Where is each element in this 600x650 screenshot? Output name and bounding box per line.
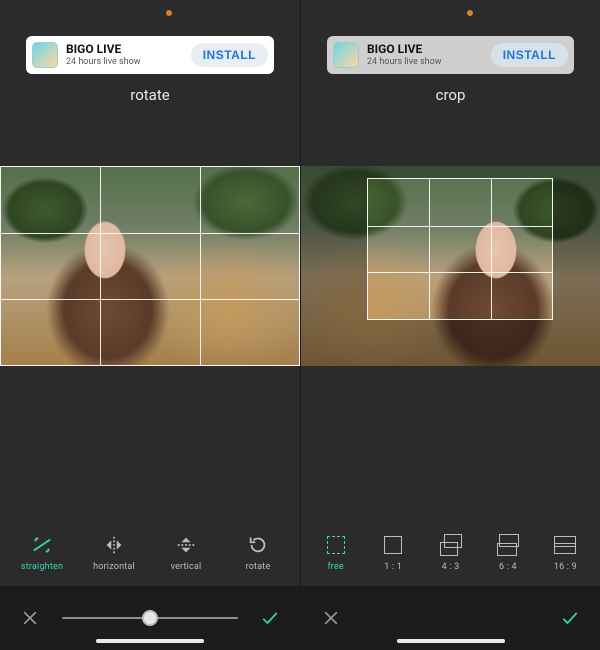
ratio-6-4[interactable]: 6 : 4	[479, 534, 536, 572]
ratio-label: free	[327, 562, 343, 572]
ad-banner[interactable]: BIGO LIVE 24 hours live show INSTALL	[327, 36, 574, 74]
mode-label: rotate	[0, 86, 300, 108]
rule-of-thirds-grid	[0, 166, 300, 366]
tool-rotate[interactable]: rotate	[228, 534, 288, 572]
ad-banner[interactable]: BIGO LIVE 24 hours live show INSTALL	[26, 36, 274, 74]
ratio-6-4-icon	[497, 534, 519, 556]
cancel-button[interactable]	[14, 602, 46, 634]
home-indicator[interactable]	[397, 639, 505, 643]
free-crop-icon	[325, 534, 347, 556]
sensor-dot	[166, 10, 172, 16]
photo-canvas[interactable]	[301, 166, 600, 366]
ad-subtitle: 24 hours live show	[367, 57, 491, 67]
tool-flip-horizontal[interactable]: horizontal	[84, 534, 144, 572]
close-icon	[20, 608, 40, 628]
ad-copy: BIGO LIVE 24 hours live show	[66, 43, 191, 67]
rotate-toolbar: straighten horizontal vertical rotate	[0, 516, 300, 586]
ad-subtitle: 24 hours live show	[66, 57, 191, 67]
tool-flip-vertical[interactable]: vertical	[156, 534, 216, 572]
ad-install-button[interactable]: INSTALL	[191, 43, 268, 67]
home-indicator[interactable]	[96, 639, 204, 643]
ratio-1-1[interactable]: 1 : 1	[364, 534, 421, 572]
ad-install-button[interactable]: INSTALL	[491, 43, 568, 67]
flip-horizontal-icon	[103, 534, 125, 556]
ratio-label: 1 : 1	[384, 562, 402, 572]
close-icon	[321, 608, 341, 628]
ad-app-icon	[32, 42, 58, 68]
tool-label: rotate	[246, 562, 271, 572]
rotate-screen: BIGO LIVE 24 hours live show INSTALL rot…	[0, 0, 300, 650]
crop-toolbar: free 1 : 1 4 : 3 6 : 4 16 : 9	[301, 516, 600, 586]
ad-app-icon	[333, 42, 359, 68]
tool-label: horizontal	[93, 562, 135, 572]
tool-straighten[interactable]: straighten	[12, 534, 72, 572]
slider-knob[interactable]	[142, 610, 158, 626]
photo-canvas[interactable]	[0, 166, 300, 366]
flip-vertical-icon	[175, 534, 197, 556]
ratio-16-9[interactable]: 16 : 9	[537, 534, 594, 572]
mode-label: crop	[301, 86, 600, 108]
ratio-label: 16 : 9	[554, 562, 577, 572]
tool-label: vertical	[171, 562, 202, 572]
ad-title: BIGO LIVE	[367, 43, 491, 55]
ad-title: BIGO LIVE	[66, 43, 191, 55]
accept-button[interactable]	[254, 602, 286, 634]
check-icon	[260, 608, 280, 628]
crop-box[interactable]	[367, 178, 553, 320]
straighten-slider[interactable]	[46, 617, 254, 619]
tool-label: straighten	[21, 562, 63, 572]
ratio-16-9-icon	[554, 534, 576, 556]
cancel-button[interactable]	[315, 602, 347, 634]
ad-copy: BIGO LIVE 24 hours live show	[367, 43, 491, 67]
ratio-1-1-icon	[382, 534, 404, 556]
ratio-4-3[interactable]: 4 : 3	[422, 534, 479, 572]
accept-button[interactable]	[554, 602, 586, 634]
sensor-dot	[467, 10, 473, 16]
crop-screen: BIGO LIVE 24 hours live show INSTALL cro…	[300, 0, 600, 650]
ratio-label: 6 : 4	[499, 562, 517, 572]
ratio-label: 4 : 3	[442, 562, 460, 572]
ratio-free[interactable]: free	[307, 534, 364, 572]
straighten-icon	[31, 534, 53, 556]
rotate-icon	[247, 534, 269, 556]
check-icon	[560, 608, 580, 628]
ratio-4-3-icon	[440, 534, 462, 556]
